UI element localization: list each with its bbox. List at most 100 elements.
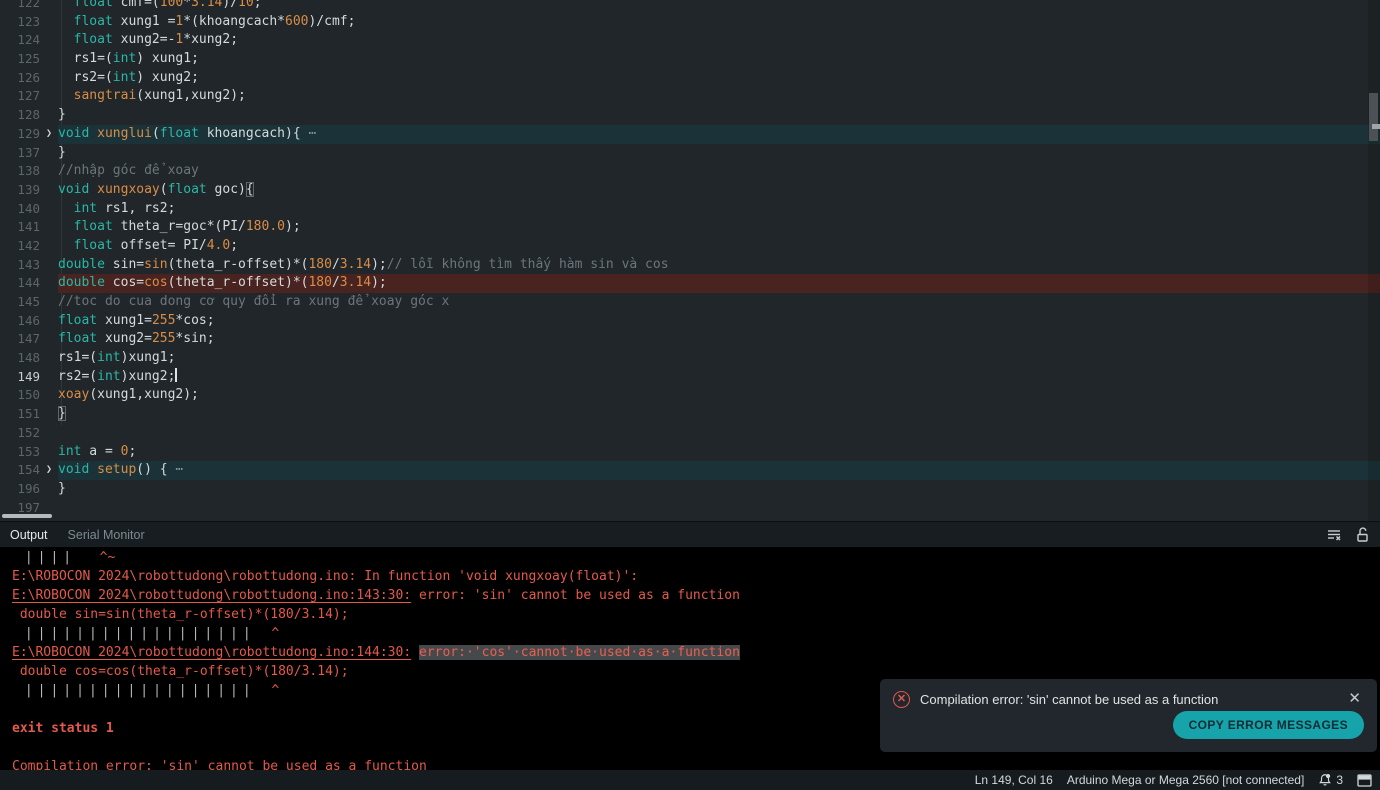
chevron-spacer <box>40 31 58 50</box>
chevron-spacer <box>40 424 58 443</box>
code-line[interactable]: 123 float xung1 =1*(khoangcach*600)/cmf; <box>0 13 1380 32</box>
line-number: 128 <box>0 106 40 125</box>
code-text: int a = 0; <box>58 443 1380 462</box>
clear-output-icon[interactable] <box>1326 527 1342 543</box>
chevron-spacer <box>40 162 58 181</box>
chevron-spacer <box>40 0 58 13</box>
bell-icon <box>1318 773 1332 787</box>
chevron-spacer <box>40 405 58 424</box>
editor-horizontal-scrollbar-thumb[interactable] <box>2 514 52 518</box>
editor-vertical-scrollbar-thumb[interactable] <box>1369 93 1378 141</box>
code-text: void xunglui(float khoangcach){ ⋯ <box>58 125 1380 144</box>
console-line[interactable]: |||| ^~ <box>12 548 1380 567</box>
chevron-spacer <box>40 312 58 331</box>
console-line[interactable]: E:\ROBOCON 2024\robottudong\robottudong.… <box>12 567 1380 586</box>
file-location-link[interactable]: E:\ROBOCON 2024\robottudong\robottudong.… <box>12 645 411 660</box>
code-line[interactable]: 142 float offset= PI/4.0; <box>0 237 1380 256</box>
tab-output[interactable]: Output <box>0 528 58 542</box>
code-line[interactable]: 138//nhập góc để xoay <box>0 162 1380 181</box>
code-line[interactable]: 147float xung2=255*sin; <box>0 330 1380 349</box>
code-text: xoay(xung1,xung2); <box>58 386 1380 405</box>
console-line[interactable]: double sin=sin(theta_r-offset)*(180/3.14… <box>12 605 1380 624</box>
arduino-ide-window: { "editor": { "lines": [ {"num":"122","h… <box>0 0 1380 790</box>
overview-ruler-mark <box>1372 124 1380 129</box>
toast-message: Compilation error: 'sin' cannot be used … <box>920 692 1218 707</box>
code-line[interactable]: 140 int rs1, rs2; <box>0 200 1380 219</box>
line-number: 137 <box>0 144 40 163</box>
code-line[interactable]: 128} <box>0 106 1380 125</box>
text-cursor <box>175 368 177 382</box>
code-line[interactable]: 144double cos=cos(theta_r-offset)*(180/3… <box>0 274 1380 293</box>
close-icon[interactable]: ✕ <box>1348 689 1361 707</box>
code-line[interactable]: 154❯void setup() { ⋯ <box>0 461 1380 480</box>
chevron-spacer <box>40 200 58 219</box>
code-line[interactable]: 148 rs1=(int)xung1; <box>0 349 1380 368</box>
code-line[interactable]: 151} <box>0 405 1380 424</box>
line-number: 151 <box>0 405 40 424</box>
code-text: float xung2=-1*xung2; <box>58 31 1380 50</box>
code-line[interactable]: 129❯void xunglui(float khoangcach){ ⋯ <box>0 125 1380 144</box>
code-text: rs1=(int)xung1; <box>58 349 1380 368</box>
line-number: 148 <box>0 349 40 368</box>
line-number: 139 <box>0 181 40 200</box>
chevron-spacer <box>40 13 58 32</box>
editor-vertical-scrollbar[interactable] <box>1368 0 1380 521</box>
code-text: int rs1, rs2; <box>58 200 1380 219</box>
code-line[interactable]: 152 <box>0 424 1380 443</box>
chevron-spacer <box>40 386 58 405</box>
code-line[interactable]: 127 sangtrai(xung1,xung2); <box>0 87 1380 106</box>
chevron-spacer <box>40 330 58 349</box>
line-number: 127 <box>0 87 40 106</box>
code-line[interactable]: 149rs2=(int)xung2; <box>0 368 1380 387</box>
code-line[interactable]: 137} <box>0 144 1380 163</box>
code-line[interactable]: 126 rs2=(int) xung2; <box>0 69 1380 88</box>
code-editor[interactable]: 122 float cmf=(100*3.14)/10;123 float xu… <box>0 0 1380 521</box>
code-line[interactable]: 150 xoay(xung1,xung2); <box>0 386 1380 405</box>
file-location-link[interactable]: E:\ROBOCON 2024\robottudong\robottudong.… <box>12 588 411 603</box>
chevron-spacer <box>40 443 58 462</box>
fold-chevron-icon[interactable]: ❯ <box>40 125 58 144</box>
line-number: 150 <box>0 386 40 405</box>
chevron-spacer <box>40 144 58 163</box>
chevron-spacer <box>40 50 58 69</box>
board-selector[interactable]: Arduino Mega or Mega 2560 [not connected… <box>1067 773 1305 787</box>
code-line[interactable]: 122 float cmf=(100*3.14)/10; <box>0 0 1380 13</box>
code-text <box>58 424 1380 443</box>
console-line[interactable]: E:\ROBOCON 2024\robottudong\robottudong.… <box>12 586 1380 605</box>
chevron-spacer <box>40 274 58 293</box>
console-line[interactable]: |||||||||||||||||| ^ <box>12 624 1380 643</box>
chevron-spacer <box>40 218 58 237</box>
toggle-panel-icon[interactable] <box>1357 774 1372 787</box>
lock-icon[interactable] <box>1354 527 1370 543</box>
line-number: 142 <box>0 237 40 256</box>
console-line[interactable]: Compilation error: 'sin' cannot be used … <box>12 757 1380 770</box>
line-number: 144 <box>0 274 40 293</box>
code-line[interactable]: 143double sin=sin(theta_r-offset)*(180/3… <box>0 256 1380 275</box>
cursor-position[interactable]: Ln 149, Col 16 <box>975 773 1053 787</box>
code-line[interactable]: 153 int a = 0; <box>0 443 1380 462</box>
code-text: float xung2=255*sin; <box>58 330 1380 349</box>
line-number: 153 <box>0 443 40 462</box>
notifications[interactable]: 3 <box>1318 773 1343 787</box>
code-text: float cmf=(100*3.14)/10; <box>58 0 1380 13</box>
tab-serial-monitor[interactable]: Serial Monitor <box>58 528 155 542</box>
code-line[interactable]: 145//toc do cua dong cơ quy đổi ra xung … <box>0 293 1380 312</box>
chevron-spacer <box>40 293 58 312</box>
fold-chevron-icon[interactable]: ❯ <box>40 461 58 480</box>
copy-error-messages-button[interactable]: COPY ERROR MESSAGES <box>1173 711 1364 739</box>
code-line[interactable]: 125 rs1=(int) xung1; <box>0 50 1380 69</box>
code-line[interactable]: 197 <box>0 499 1380 518</box>
line-number: 143 <box>0 256 40 275</box>
console-line[interactable]: E:\ROBOCON 2024\robottudong\robottudong.… <box>12 643 1380 662</box>
code-text <box>58 499 1380 518</box>
code-line[interactable]: 139void xungxoay(float goc){ <box>0 181 1380 200</box>
code-line[interactable]: 124 float xung2=-1*xung2; <box>0 31 1380 50</box>
chevron-spacer <box>40 368 58 387</box>
line-number: 129 <box>0 125 40 144</box>
code-line[interactable]: 196} <box>0 480 1380 499</box>
notification-count: 3 <box>1336 773 1343 787</box>
code-text: float xung1 =1*(khoangcach*600)/cmf; <box>58 13 1380 32</box>
code-line[interactable]: 141 float theta_r=goc*(PI/180.0); <box>0 218 1380 237</box>
code-line[interactable]: 146float xung1=255*cos; <box>0 312 1380 331</box>
line-number: 140 <box>0 200 40 219</box>
